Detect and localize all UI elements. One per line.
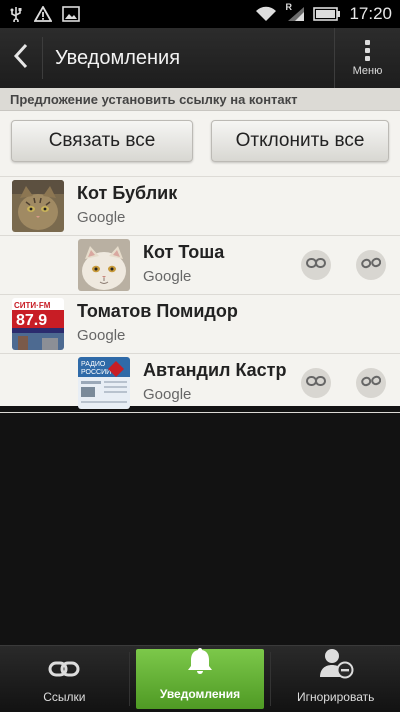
contact-account: Google <box>143 268 192 285</box>
svg-text:РОССИИ: РОССИИ <box>81 369 111 376</box>
warning-icon <box>34 6 52 22</box>
bottom-nav: Ссылки Уведомления Игнорировать <box>0 645 400 712</box>
contact-row[interactable]: Кот Тоша Google <box>0 236 400 295</box>
contact-account: Google <box>77 327 126 344</box>
contact-avatar: РАДИО РОССИИ <box>78 357 130 409</box>
tab-label: Ссылки <box>43 690 86 704</box>
contact-name: Автандил Кастр <box>143 360 287 380</box>
contact-account: Google <box>143 386 192 403</box>
wifi-icon <box>255 6 277 22</box>
network-type-label: R <box>285 2 292 12</box>
contact-row[interactable]: РАДИО РОССИИ Автандил Кастр Google <box>0 354 400 413</box>
notifications-list: Предложение установить ссылку на контакт… <box>0 88 400 413</box>
svg-text:СИТИ·FM: СИТИ·FM <box>14 301 51 310</box>
tab-notifications[interactable]: Уведомления <box>135 646 265 709</box>
link-icon <box>306 256 326 274</box>
link-all-button[interactable]: Связать все <box>11 120 193 162</box>
tab-label: Уведомления <box>159 687 241 701</box>
decline-all-button[interactable]: Отклонить все <box>211 120 389 162</box>
action-bar: Уведомления Меню <box>0 28 400 89</box>
link-contact-button[interactable] <box>301 250 331 280</box>
menu-label: Меню <box>352 64 383 77</box>
contact-row[interactable]: Кот Бублик Google <box>0 177 400 236</box>
chevron-left-icon <box>12 43 30 74</box>
divider <box>128 652 130 706</box>
divider <box>42 37 43 79</box>
contact-name: Кот Тоша <box>143 242 225 262</box>
battery-icon <box>313 6 341 22</box>
signal-icon: R <box>285 2 305 22</box>
link-icon <box>306 374 326 392</box>
status-bar: R 17:20 <box>0 0 400 28</box>
image-icon <box>62 6 80 22</box>
link-icon <box>48 659 80 684</box>
link-contact-button[interactable] <box>301 368 331 398</box>
unlink-contact-button[interactable] <box>356 368 386 398</box>
contact-name: Кот Бублик <box>77 183 178 203</box>
page-title: Уведомления <box>55 46 181 69</box>
bell-icon <box>186 646 214 681</box>
tab-ignore[interactable]: Игнорировать <box>271 646 400 712</box>
contact-row[interactable]: СИТИ·FM 87.9 Томатов Помидор Google <box>0 295 400 354</box>
svg-text:87.9: 87.9 <box>16 312 47 329</box>
tab-label: Игнорировать <box>296 690 375 704</box>
unlink-icon <box>361 374 382 393</box>
section-header: Предложение установить ссылку на контакт <box>0 88 400 111</box>
menu-button[interactable]: Меню <box>334 28 400 88</box>
clock: 17:20 <box>349 4 392 23</box>
contact-account: Google <box>77 209 126 226</box>
contact-avatar <box>12 180 64 232</box>
back-button[interactable] <box>0 28 42 88</box>
contact-avatar <box>78 239 130 291</box>
actions-row: Связать все Отклонить все <box>0 111 400 177</box>
svg-text:РАДИО: РАДИО <box>81 361 106 368</box>
usb-icon <box>8 6 24 22</box>
contact-avatar: СИТИ·FM 87.9 <box>12 298 64 350</box>
unlink-icon <box>361 256 382 275</box>
person-ignore-icon <box>318 647 354 684</box>
overflow-menu-icon <box>365 39 370 61</box>
unlink-contact-button[interactable] <box>356 250 386 280</box>
tab-links[interactable]: Ссылки <box>0 646 129 712</box>
contact-name: Томатов Помидор <box>77 301 238 321</box>
